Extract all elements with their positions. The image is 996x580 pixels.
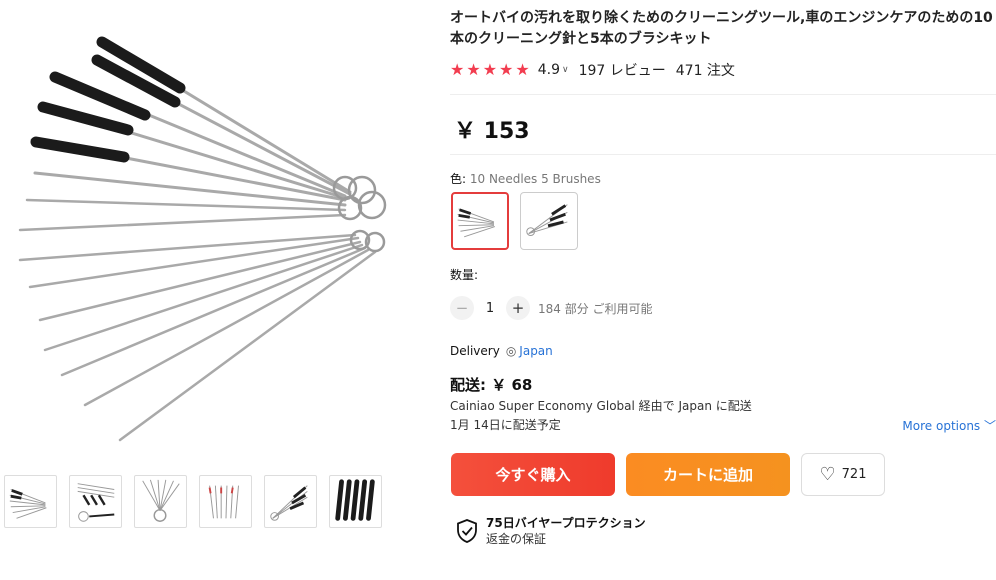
star-icon: ★ [515, 60, 530, 79]
thumbnail-4[interactable] [199, 475, 252, 528]
star-icon: ★ [482, 60, 498, 79]
protection-title: 75日バイヤープロテクション [486, 516, 646, 530]
buy-now-button[interactable]: 今すぐ購入 [451, 453, 615, 496]
cleaning-brush-kit-image [18, 36, 387, 442]
star-icon: ★ [466, 60, 481, 79]
wishlist-button[interactable]: ♡ 721 [801, 453, 885, 496]
heart-icon: ♡ [819, 464, 836, 485]
quantity-value[interactable]: 1 [474, 301, 506, 316]
delivery-country-link[interactable]: Japan [519, 344, 552, 358]
color-selected-value: 10 Needles 5 Brushes [469, 172, 601, 186]
reviews-count[interactable]: 197 レビュー [579, 60, 666, 80]
thumbnail-2[interactable] [69, 475, 122, 528]
product-title: オートバイの汚れを取り除くためのクリーニングツール,車のエンジンケアのための10… [450, 10, 993, 47]
variant-option-1[interactable] [451, 192, 509, 250]
quantity-minus-button[interactable]: − [450, 296, 474, 320]
rating-stars: ★ ★ ★ ★ ★ [450, 62, 530, 78]
add-to-cart-button[interactable]: カートに追加 [626, 453, 790, 496]
quantity-label: 数量: [450, 268, 479, 282]
orders-count: 471 注文 [675, 63, 735, 79]
delivery-row: Delivery ◎ Japan [450, 344, 553, 358]
divider [450, 154, 996, 155]
variant-option-2[interactable] [520, 192, 578, 250]
thumbnail-3[interactable] [134, 475, 187, 528]
quantity-stepper: − 1 + 184 部分 ご利用可能 [450, 296, 653, 320]
price: ￥ 153 [454, 119, 530, 144]
buyer-protection: 75日バイヤープロテクション 返金の保証 [456, 515, 646, 547]
thumbnail-strip [4, 475, 382, 528]
main-product-image[interactable] [0, 0, 440, 470]
thumbnail-6[interactable] [329, 475, 382, 528]
protection-subtitle: 返金の保証 [486, 532, 547, 546]
star-icon: ★ [450, 60, 465, 79]
chevron-down-icon[interactable]: ∨ [562, 65, 569, 75]
shield-check-icon [457, 519, 477, 543]
wishlist-count: 721 [841, 467, 867, 482]
delivery-eta: 1月 14日に配送予定 [450, 418, 561, 432]
location-pin-icon: ◎ [505, 344, 517, 358]
thumbnail-5[interactable] [264, 475, 317, 528]
shipping-price: 配送: ￥ 68 [450, 376, 533, 394]
color-label: 色: 10 Needles 5 Brushes [450, 170, 601, 187]
shipping-method: Cainiao Super Economy Global 経由で Japan に… [450, 399, 752, 413]
rating-score[interactable]: 4.9 [538, 62, 560, 78]
more-options-link[interactable]: More options ﹀ [902, 417, 996, 434]
color-label-text: 色: [450, 172, 467, 186]
stock-available: 184 部分 ご利用可能 [538, 301, 653, 316]
delivery-label: Delivery [450, 344, 500, 358]
divider [450, 94, 996, 95]
quantity-plus-button[interactable]: + [506, 296, 530, 320]
rating-row: ★ ★ ★ ★ ★ 4.9 ∨ 197 レビュー 471 注文 [450, 60, 735, 80]
star-icon: ★ [499, 60, 514, 79]
thumbnail-1[interactable] [4, 475, 57, 528]
